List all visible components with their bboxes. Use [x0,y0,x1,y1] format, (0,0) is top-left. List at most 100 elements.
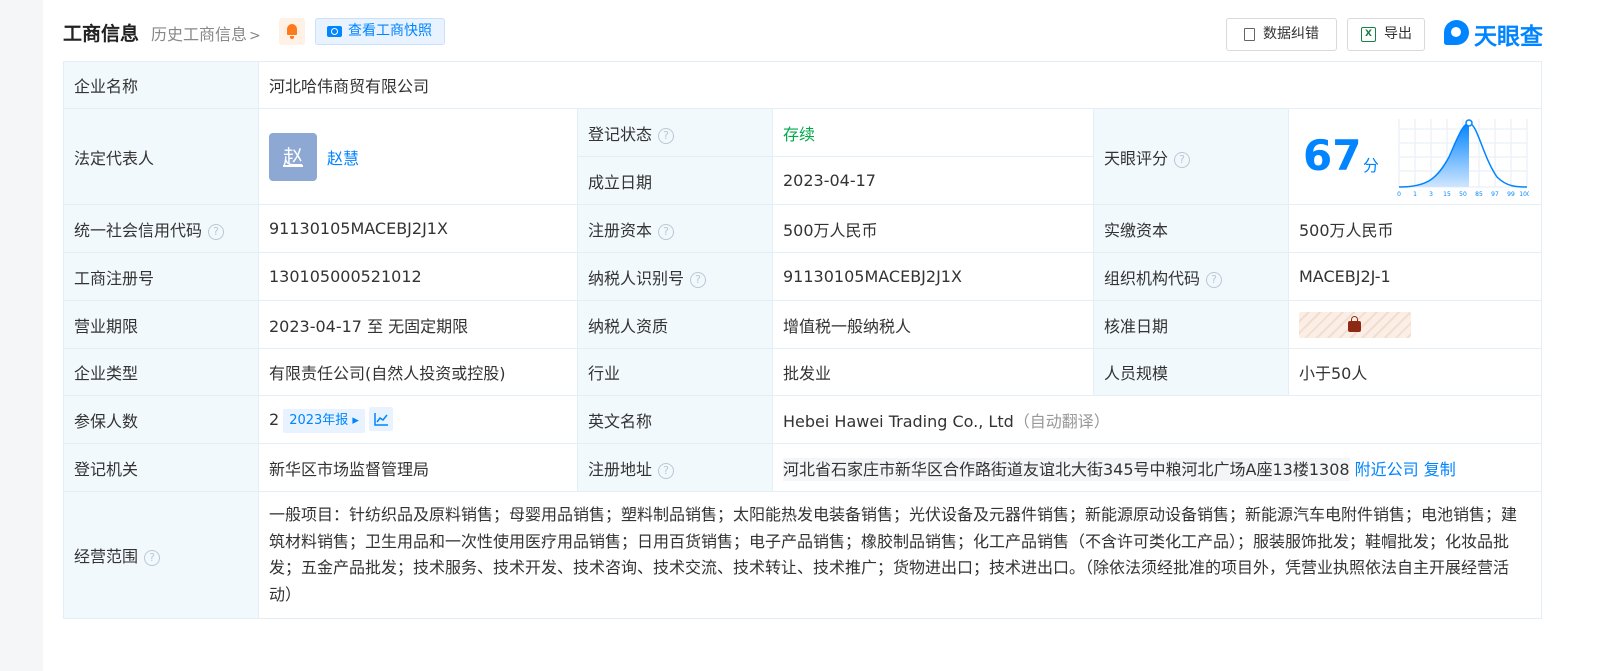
score-tick: 3 [1429,191,1433,198]
nearby-companies-link[interactable]: 附近公司 [1355,460,1419,479]
legal-rep-link[interactable]: 赵慧 [327,149,359,168]
document-icon [1244,28,1255,41]
export-label: 导出 [1384,26,1412,42]
bell-icon[interactable] [279,18,305,45]
type-label: 企业类型 [63,348,259,396]
help-icon[interactable]: ? [658,223,675,240]
business-scope: 一般项目：针纺织品及原料销售；母婴用品销售；塑料制品销售；太阳能热发电装备销售；… [258,491,1542,619]
copy-address-link[interactable]: 复制 [1424,460,1456,479]
table-row: 统一社会信用代码? 91130105MACEBJ2J1X 注册资本? 500万人… [63,204,1542,253]
export-button[interactable]: X 导出 [1347,18,1425,51]
help-icon[interactable]: ? [658,462,675,479]
score-tick: 97 [1491,191,1499,198]
taxpayer-id-label: 纳税人识别号 [588,268,685,288]
help-icon[interactable]: ? [690,271,707,288]
help-icon[interactable]: ? [1174,151,1191,168]
section-title: 工商信息 [63,23,140,45]
taxpayer-qual-label: 纳税人资质 [577,300,773,349]
score-value: 67 [1303,130,1362,180]
table-row: 企业名称 河北哈伟商贸有限公司 [63,61,1542,109]
taxpayer-qual: 增值税一般纳税人 [772,300,1094,349]
table-row: 登记机关 新华区市场监督管理局 注册地址? 河北省石家庄市新华区合作路街道友谊北… [63,443,1542,492]
legal-rep-label: 法定代表人 [63,108,259,205]
logo-mark [1444,20,1469,45]
industry: 批发业 [772,348,1094,396]
org-code: MACEBJ2J-1 [1288,252,1542,301]
staff: 小于50人 [1288,348,1542,396]
camera-icon [327,26,342,37]
reg-capital-label-cell: 注册资本? [577,204,773,253]
est-date-label: 成立日期 [577,156,773,205]
authority-label: 登记机关 [63,443,259,492]
approval-date-cell [1288,300,1542,349]
org-code-label-cell: 组织机构代码? [1093,252,1289,301]
score-tick: 50 [1459,191,1467,198]
type: 有限责任公司(自然人投资或控股) [258,348,578,396]
company-name-label: 企业名称 [63,61,259,109]
taxpayer-id: 91130105MACEBJ2J1X [772,252,1094,301]
section-header: 工商信息 历史工商信息 > 查看工商快照 数据纠错 X 导出 天眼查 [63,17,1583,51]
help-icon[interactable]: ? [1206,271,1223,288]
score-distribution-chart: 0 1 3 15 50 85 97 99 100 [1397,118,1529,198]
english-name-note: （自动翻译） [1013,411,1110,431]
chevron-right-icon: > [249,28,261,44]
annual-report-tag[interactable]: 2023年报 ▸ [283,408,365,433]
biz-reg-no-label: 工商注册号 [63,252,259,301]
term-label: 营业期限 [63,300,259,349]
score-label: 天眼评分 [1104,148,1169,168]
score-tick: 100 [1519,191,1529,198]
table-row: 法定代表人 赵赵慧 登记状态? 存续 天眼评分? 67 分 0 1 3 15 5… [63,108,1542,205]
data-correction-button[interactable]: 数据纠错 [1226,18,1337,51]
score-cell[interactable]: 67 分 0 1 3 15 50 85 97 99 100 [1288,108,1542,205]
scope-label: 经营范围 [74,547,139,566]
score-tick: 0 [1397,191,1401,198]
locked-value[interactable] [1299,311,1411,338]
approval-date-label: 核准日期 [1093,300,1289,349]
history-link-label: 历史工商信息 [151,25,248,44]
snapshot-button-label: 查看工商快照 [348,23,432,39]
annual-report-label: 2023年报 [289,412,349,428]
score-tick: 1 [1413,191,1417,198]
help-icon[interactable]: ? [208,223,225,240]
score-tick: 15 [1443,191,1451,198]
excel-icon: X [1361,27,1376,42]
credit-code: 91130105MACEBJ2J1X [258,204,578,253]
address-label-cell: 注册地址? [577,443,773,492]
score-label-cell: 天眼评分? [1093,108,1289,205]
help-icon[interactable]: ? [658,127,675,144]
business-info-table: 企业名称 河北哈伟商贸有限公司 法定代表人 赵赵慧 登记状态? 存续 天眼评分?… [63,61,1542,619]
scope-label-cell: 经营范围? [63,491,259,619]
authority: 新华区市场监督管理局 [258,443,578,492]
snapshot-button[interactable]: 查看工商快照 [315,18,445,45]
english-name: Hebei Hawei Trading Co., Ltd [783,411,1014,431]
table-row: 营业期限 2023-04-17 至 无固定期限 纳税人资质 增值税一般纳税人 核… [63,300,1542,349]
taxpayer-id-label-cell: 纳税人识别号? [577,252,773,301]
business-info-panel: 工商信息 历史工商信息 > 查看工商快照 数据纠错 X 导出 天眼查 企业名称 河北… [43,0,1611,671]
reg-status: 存续 [772,108,1094,157]
logo-text: 天眼查 [1474,24,1543,50]
reg-status-label: 登记状态 [588,124,653,144]
table-row: 工商注册号 130105000521012 纳税人识别号? 91130105MA… [63,252,1542,301]
help-icon[interactable]: ? [144,550,161,566]
paid-capital: 500万人民币 [1288,204,1542,253]
credit-code-label: 统一社会信用代码 [74,220,203,240]
avatar[interactable]: 赵 [269,132,317,181]
english-name-label: 英文名称 [577,395,773,444]
address-label: 注册地址 [588,459,653,479]
insured-label: 参保人数 [63,395,259,444]
reg-capital-label: 注册资本 [588,220,653,240]
est-date: 2023-04-17 [772,156,1094,205]
term: 2023-04-17 至 无固定期限 [258,300,578,349]
table-row: 参保人数 2 2023年报 ▸ 英文名称 Hebei Hawei Trading … [63,395,1542,444]
trend-chart-icon[interactable] [368,406,393,431]
biz-reg-no: 130105000521012 [258,252,578,301]
address: 河北省石家庄市新华区合作路街道友谊北大街345号中粮河北广场A座13楼1308 [783,457,1350,481]
tianyancha-logo: 天眼查 [1444,17,1543,50]
legal-rep-cell: 赵赵慧 [258,108,578,205]
history-link[interactable]: 历史工商信息 > [151,21,261,45]
table-row: 经营范围? 一般项目：针纺织品及原料销售；母婴用品销售；塑料制品销售；太阳能热发… [63,491,1542,619]
address-cell: 河北省石家庄市新华区合作路街道友谊北大街345号中粮河北广场A座13楼1308 … [772,443,1542,492]
lock-icon [1348,315,1361,332]
staff-label: 人员规模 [1093,348,1289,396]
credit-code-label-cell: 统一社会信用代码? [63,204,259,253]
